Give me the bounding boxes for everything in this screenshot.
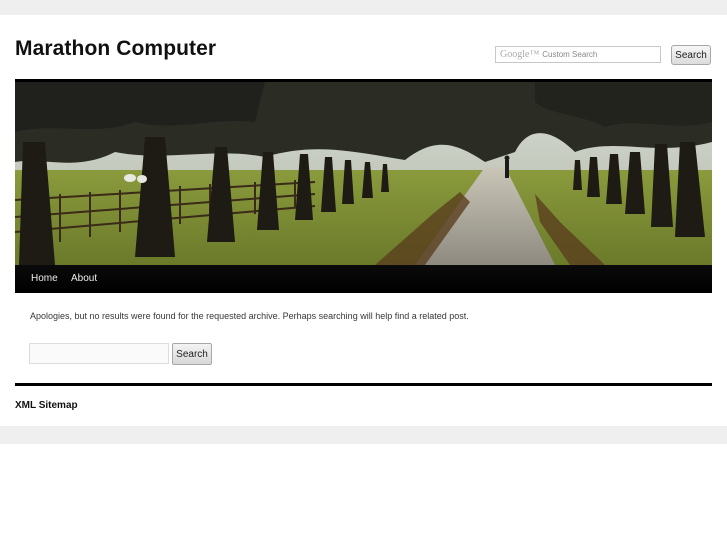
main-nav-bar: Home About xyxy=(15,265,712,293)
site-title[interactable]: Marathon Computer xyxy=(15,37,216,61)
search-input[interactable] xyxy=(29,343,169,364)
footer-divider xyxy=(15,383,712,386)
nav-item-home[interactable]: Home xyxy=(31,273,58,284)
bottom-background-band xyxy=(0,426,727,444)
no-results-message: Apologies, but no results were found for… xyxy=(30,311,469,321)
xml-sitemap-link[interactable]: XML Sitemap xyxy=(15,400,78,411)
custom-search-placeholder: Custom Search xyxy=(542,50,598,59)
google-logo: Google™ xyxy=(500,49,540,60)
header-banner-image xyxy=(15,82,712,265)
page-container: Marathon Computer Google™ Custom Search S… xyxy=(0,15,727,426)
header-search-form: Google™ Custom Search Search xyxy=(495,45,711,65)
top-background-band xyxy=(0,0,727,15)
nav-item-about[interactable]: About xyxy=(71,273,97,284)
custom-search-input[interactable]: Google™ Custom Search xyxy=(495,46,661,63)
header-search-button[interactable]: Search xyxy=(671,45,711,65)
search-button[interactable]: Search xyxy=(172,343,212,365)
